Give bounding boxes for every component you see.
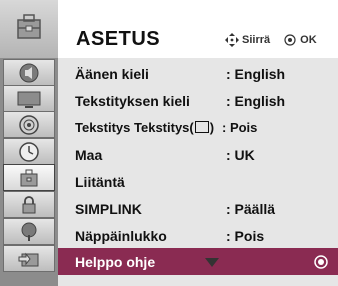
- menu-item-label: SIMPLINK: [75, 201, 142, 217]
- lock-icon: [22, 195, 36, 213]
- menu-item-label: Helppo ohje: [75, 254, 156, 270]
- settings-menu: Äänen kieli : English Tekstityksen kieli…: [58, 58, 338, 286]
- menu-item-value: : UK: [226, 147, 255, 163]
- menu-item-value: : Päällä: [226, 201, 276, 217]
- selected-radio-icon: [314, 255, 328, 269]
- menu-item-connection[interactable]: Liitäntä: [58, 168, 338, 195]
- menu-item-country[interactable]: Maa : UK: [58, 141, 338, 168]
- menu-item-key-lock[interactable]: Näppäinlukko : Pois: [58, 222, 338, 249]
- menu-item-value: : English: [226, 66, 286, 82]
- tree-icon: [21, 222, 37, 241]
- menu-item-label: Näppäinlukko: [75, 228, 167, 244]
- category-sidebar: [0, 0, 58, 286]
- menu-item-label: Liitäntä: [75, 174, 125, 190]
- menu-item-easy-help[interactable]: Helppo ohje: [58, 248, 338, 275]
- sidebar-item-input[interactable]: [3, 245, 55, 272]
- menu-item-value: : Pois: [222, 120, 258, 135]
- menu-item-subtitle-language[interactable]: Tekstityksen kieli : English: [58, 87, 338, 114]
- clock-icon: [19, 141, 39, 162]
- menu-item-label-wrapper: Tekstitys Tekstitys(): [75, 120, 214, 135]
- menu-item-value: : Pois: [226, 228, 265, 244]
- menu-item-label: Maa: [75, 147, 103, 163]
- menu-item-label: Äänen kieli: [75, 66, 149, 82]
- sidebar-item-time[interactable]: [3, 138, 55, 165]
- four-way-arrows-icon: [225, 33, 239, 47]
- menu-header: ASETUS Siirrä OK: [58, 0, 338, 58]
- navigation-hint: Siirrä OK: [225, 33, 317, 47]
- move-hint-label: Siirrä: [242, 34, 271, 46]
- setup-toolbox-icon: [20, 169, 38, 186]
- sidebar-item-lock[interactable]: [3, 191, 55, 218]
- sidebar-item-setup[interactable]: [3, 164, 55, 191]
- sidebar-item-option[interactable]: [3, 218, 55, 245]
- setup-menu-osd: ASETUS Siirrä OK Äänen kieli : English T…: [0, 0, 338, 286]
- menu-item-audio-language[interactable]: Äänen kieli : English: [58, 60, 338, 87]
- audio-speaker-icon: [19, 63, 39, 82]
- sidebar-item-disc[interactable]: [3, 111, 55, 138]
- down-arrow-icon: [205, 258, 219, 267]
- picture-screen-icon: [17, 91, 41, 108]
- sidebar-item-picture[interactable]: [3, 85, 55, 112]
- input-icon: [18, 252, 39, 266]
- menu-item-label-suffix: ): [209, 120, 215, 135]
- sidebar-item-audio[interactable]: [3, 59, 55, 86]
- menu-item-label: Tekstitys Tekstitys(: [75, 120, 194, 135]
- menu-item-value: : English: [226, 93, 286, 109]
- subtitle-box-icon: [194, 121, 209, 133]
- ok-hint-label: OK: [300, 34, 317, 46]
- menu-item-label: Tekstityksen kieli: [75, 93, 190, 109]
- disc-icon: [19, 114, 39, 135]
- page-title: ASETUS: [76, 28, 161, 50]
- ok-circle-icon: [284, 34, 296, 46]
- menu-item-subtitles[interactable]: Tekstitys Tekstitys() : Pois: [58, 114, 338, 141]
- menu-item-simplink[interactable]: SIMPLINK : Päällä: [58, 195, 338, 222]
- setup-category-header-icon: [0, 0, 58, 58]
